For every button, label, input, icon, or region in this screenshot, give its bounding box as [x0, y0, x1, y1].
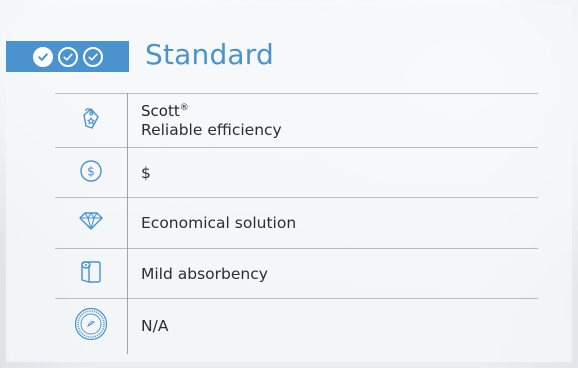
price-tag-icon	[79, 106, 103, 132]
spec-row-value: Economical solution	[55, 197, 538, 249]
brand-description: Reliable efficiency	[141, 121, 282, 139]
spec-table: Scott® Reliable efficiency $ $ Economica…	[55, 93, 538, 354]
tier-title: Standard	[145, 38, 274, 71]
spec-row-absorbency: Mild absorbency	[55, 248, 538, 299]
check-filled-icon	[32, 46, 53, 67]
paper-roll-icon	[79, 259, 103, 285]
certification-seal-icon	[74, 307, 108, 341]
svg-text:$: $	[87, 164, 95, 178]
registered-mark: ®	[179, 103, 189, 113]
price-value: $	[141, 163, 151, 182]
brand-name: Scott	[141, 102, 180, 120]
dollar-coin-icon: $	[79, 159, 103, 183]
absorbency-description: Mild absorbency	[141, 264, 268, 283]
check-outline-icon	[82, 46, 103, 67]
spec-row-price: $ $	[55, 147, 538, 198]
spec-row-certification: N/A	[55, 298, 538, 354]
value-description: Economical solution	[141, 214, 297, 232]
diamond-icon	[78, 211, 104, 231]
spec-row-brand: Scott® Reliable efficiency	[55, 93, 538, 148]
tier-rating-badge	[6, 41, 129, 72]
certification-value: N/A	[141, 317, 169, 336]
check-outline-icon	[57, 46, 78, 67]
